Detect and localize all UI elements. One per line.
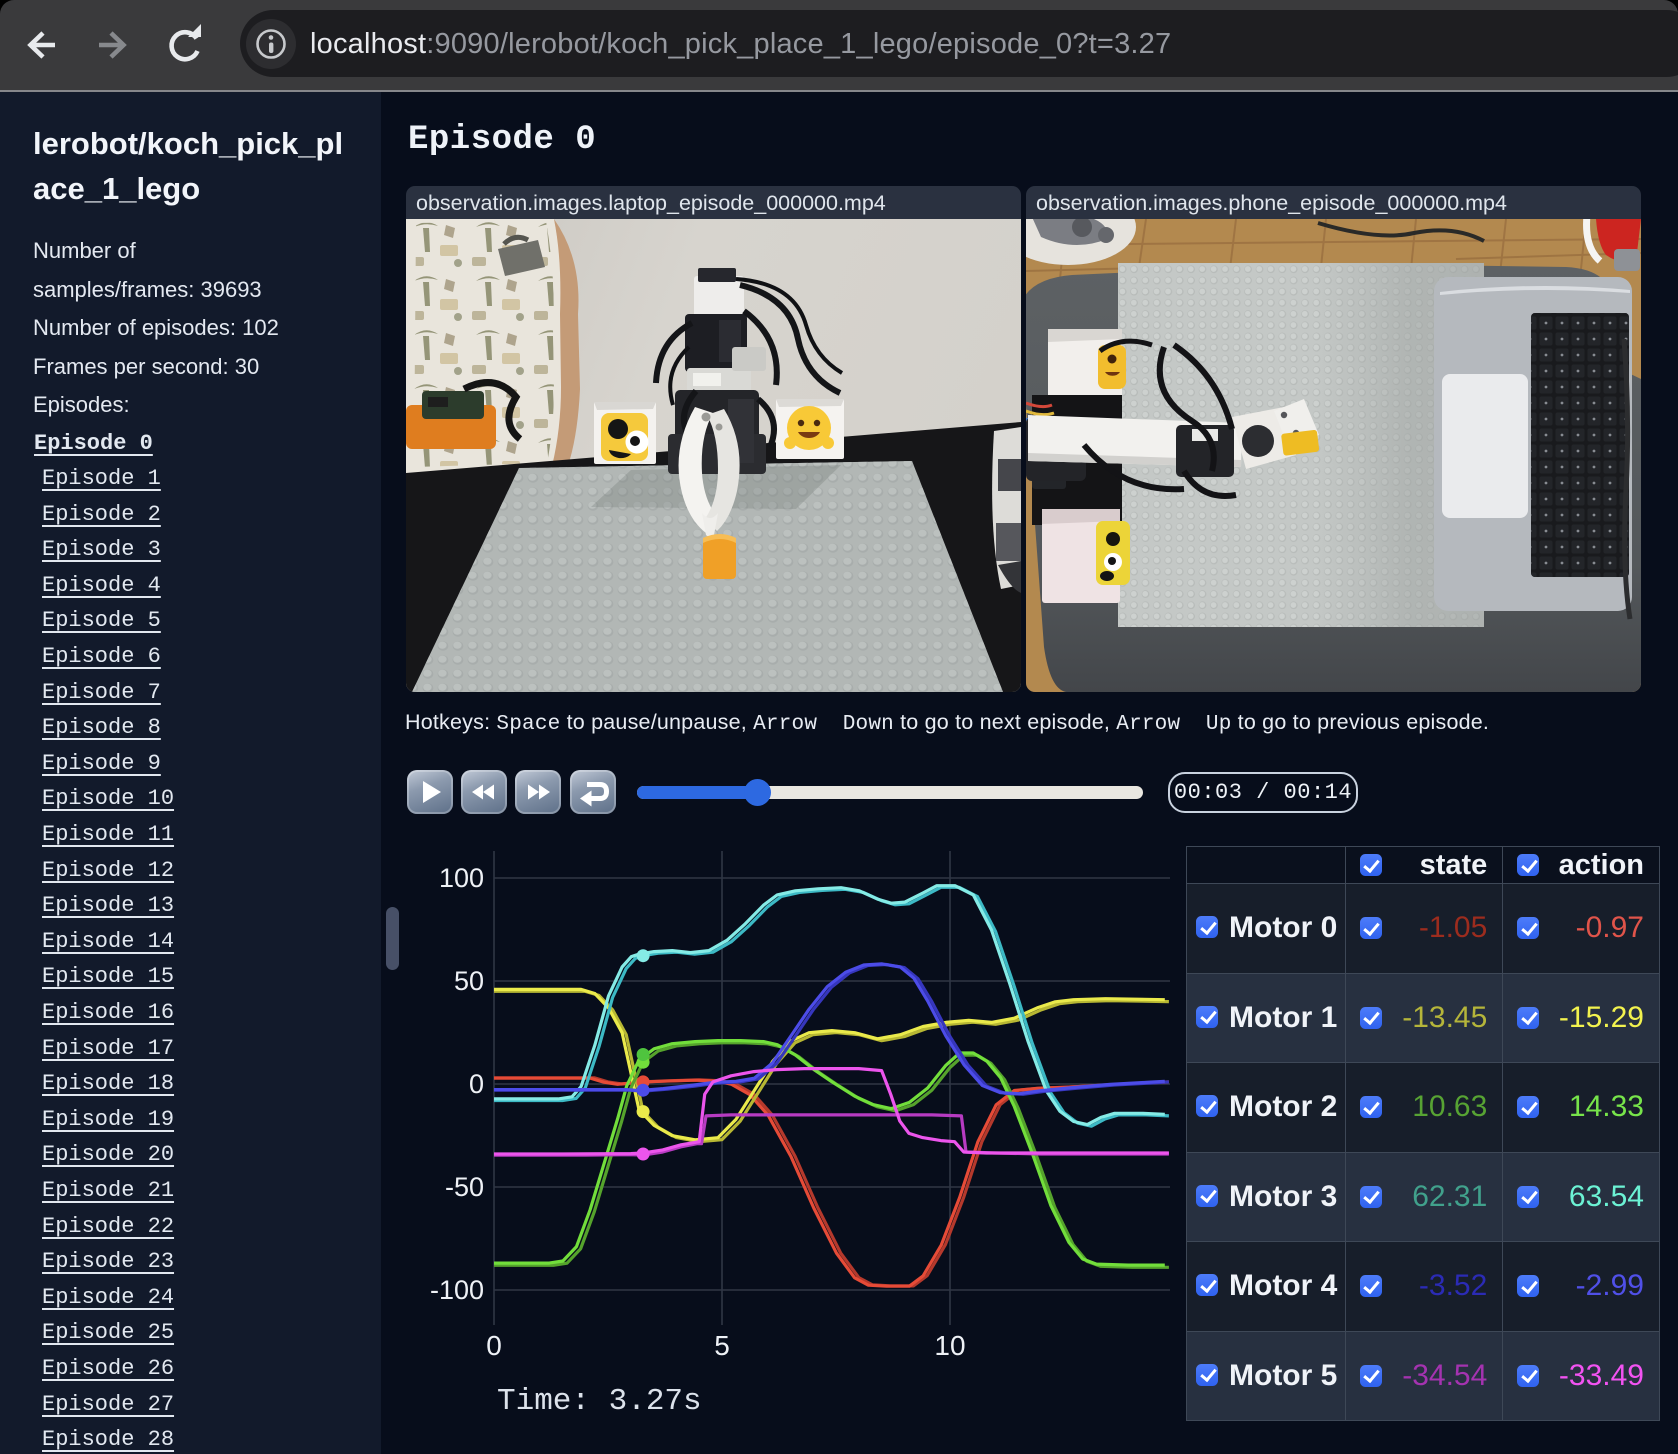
- svg-text:Time: 3.27s: Time: 3.27s: [497, 1384, 702, 1419]
- svg-text:observation.images.laptop_epis: observation.images.laptop_episode_000000…: [416, 191, 886, 215]
- svg-text:50: 50: [454, 966, 484, 996]
- svg-text:100: 100: [439, 863, 484, 893]
- svg-text:0: 0: [486, 1330, 502, 1361]
- svg-text:-100: -100: [430, 1275, 484, 1305]
- svg-text:5: 5: [714, 1330, 730, 1361]
- svg-text:observation.images.phone_episo: observation.images.phone_episode_000000.…: [1036, 191, 1507, 215]
- svg-text:0: 0: [469, 1069, 484, 1099]
- svg-text:-50: -50: [445, 1172, 484, 1202]
- svg-text:10: 10: [934, 1330, 965, 1361]
